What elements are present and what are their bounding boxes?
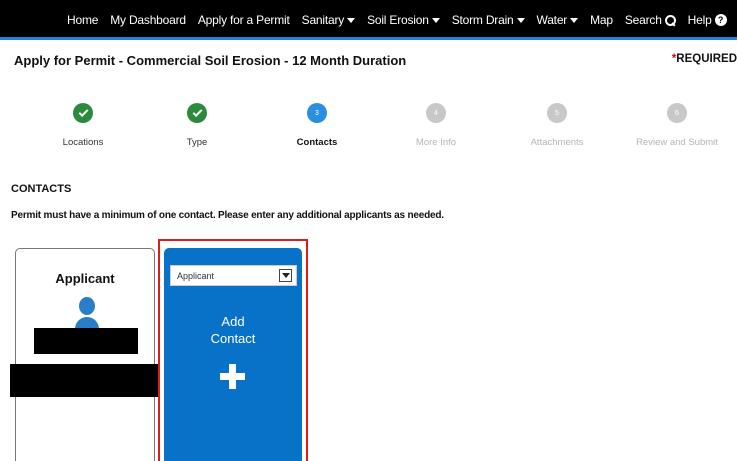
nav-storm-drain[interactable]: Storm Drain [452, 13, 525, 27]
nav-storm-drain-label: Storm Drain [451, 13, 514, 27]
nav-sanitary[interactable]: Sanitary [301, 13, 356, 27]
nav-soil-erosion[interactable]: Soil Erosion [367, 13, 440, 27]
nav-search[interactable]: Search [625, 13, 676, 27]
progress-stepper: Locations Type 3 Contacts 4 More Info 5 … [0, 103, 737, 153]
nav-items: Home My Dashboard Apply for a Permit San… [67, 0, 737, 40]
nav-soil-erosion-label: Soil Erosion [367, 13, 429, 27]
nav-apply-label: Apply for a Permit [197, 13, 290, 27]
step-type[interactable]: Type [147, 103, 247, 148]
nav-water-label: Water [536, 13, 568, 27]
step-number: 4 [426, 103, 446, 123]
applicant-card[interactable]: Applicant [15, 248, 155, 461]
step-locations[interactable]: Locations [33, 103, 133, 148]
add-contact-card[interactable]: Applicant Add Contact [164, 248, 302, 461]
add-contact-label: Add Contact [164, 313, 302, 347]
chevron-down-icon [279, 269, 292, 282]
step-attachments: 5 Attachments [507, 103, 607, 148]
top-nav-bar: Home My Dashboard Apply for a Permit San… [0, 0, 737, 40]
nav-my-dashboard[interactable]: My Dashboard [110, 13, 186, 27]
contact-type-select[interactable]: Applicant [170, 265, 297, 286]
nav-home-label: Home [67, 13, 99, 27]
step-number: 3 [307, 103, 327, 123]
step-number: 6 [667, 103, 687, 123]
step-label: Type [186, 137, 208, 148]
nav-water[interactable]: Water [537, 13, 579, 27]
caret-down-icon [570, 17, 579, 23]
step-label: Locations [62, 137, 104, 148]
add-contact-line2: Contact [210, 331, 256, 346]
nav-apply-for-permit[interactable]: Apply for a Permit [198, 13, 290, 27]
step-label: More Info [415, 137, 457, 148]
plus-icon[interactable] [220, 364, 245, 389]
step-done-check-icon [187, 103, 207, 123]
step-label: Contacts [296, 137, 338, 148]
caret-down-icon [347, 17, 356, 23]
page-title: Apply for Permit - Commercial Soil Erosi… [14, 53, 407, 68]
contacts-section-title: CONTACTS [11, 183, 72, 195]
contact-type-select-value: Applicant [177, 270, 215, 281]
step-label: Attachments [530, 137, 584, 148]
step-more-info: 4 More Info [386, 103, 486, 148]
redaction-block [34, 328, 138, 354]
nav-search-label: Search [624, 13, 662, 27]
caret-down-icon [431, 17, 440, 23]
nav-my-dashboard-label: My Dashboard [110, 13, 186, 27]
redaction-block [10, 364, 159, 397]
nav-home[interactable]: Home [67, 13, 98, 27]
search-icon [664, 14, 676, 26]
step-done-check-icon [73, 103, 93, 123]
applicant-card-title: Applicant [55, 271, 115, 286]
step-review-and-submit: 6 Review and Submit [627, 103, 727, 148]
contacts-instructions: Permit must have a minimum of one contac… [11, 210, 444, 221]
step-contacts[interactable]: 3 Contacts [267, 103, 367, 148]
required-text: REQUIRED [676, 53, 737, 65]
nav-map[interactable]: Map [590, 13, 613, 27]
help-icon: ? [714, 14, 727, 26]
nav-map-label: Map [590, 13, 613, 27]
caret-down-icon [516, 17, 525, 23]
nav-sanitary-label: Sanitary [301, 13, 345, 27]
required-note: *REQUIRED [672, 53, 737, 65]
add-contact-line1: Add [221, 314, 245, 329]
step-label: Review and Submit [636, 137, 718, 148]
nav-help-label: Help [687, 13, 712, 27]
step-number: 5 [547, 103, 567, 123]
nav-help[interactable]: Help? [688, 13, 727, 27]
